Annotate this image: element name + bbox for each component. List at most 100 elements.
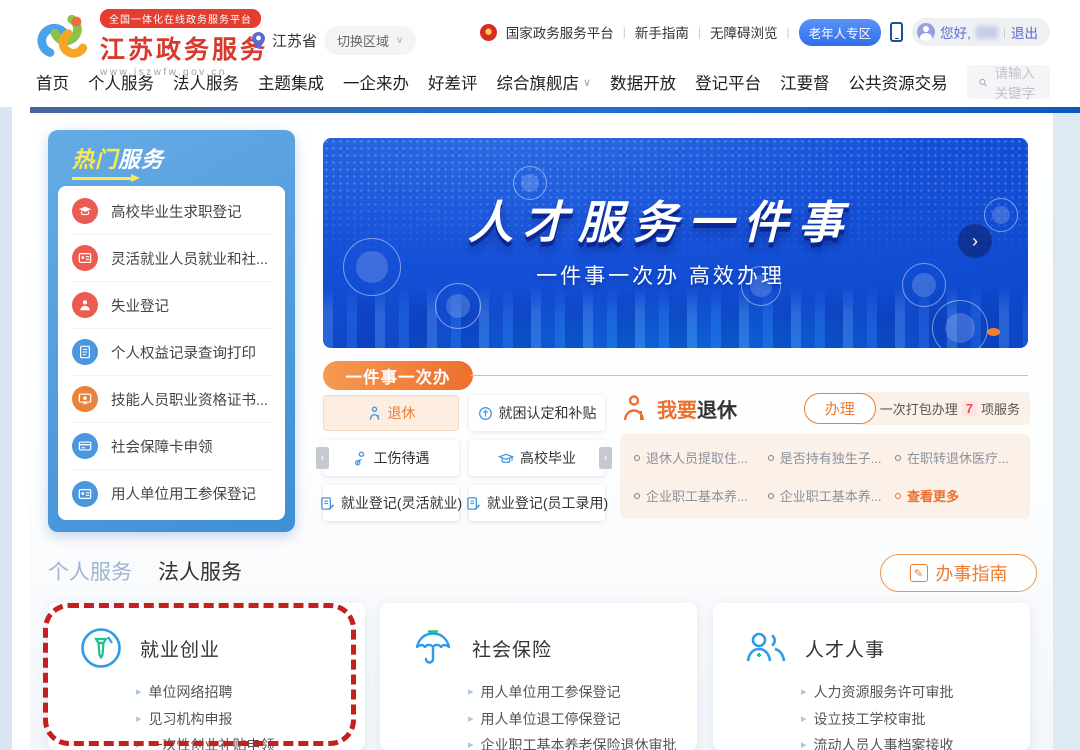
view-more-link[interactable]: 查看更多 <box>895 486 1016 505</box>
link-employer-insurance-register[interactable]: ▸用人单位用工参保登记 <box>468 679 697 706</box>
arrow-bullet-icon: ▸ <box>136 679 142 706</box>
retiree-icon <box>620 394 648 422</box>
card-link-label: 设立技工学校审批 <box>814 706 926 733</box>
carousel-banner[interactable]: 人才服务一件事 一件事一次办 高效办理 › <box>323 138 1028 348</box>
retire-link-medical-transfer[interactable]: 在职转退休医疗... <box>895 448 1016 467</box>
carousel-indicator-dot[interactable] <box>987 328 1000 336</box>
hot-item-label: 灵活就业人员就业和社... <box>111 248 268 269</box>
nav-item-themes[interactable]: 主题集成 <box>258 70 324 94</box>
link-pension-retirement-approval[interactable]: ▸企业职工基本养老保险退休审批 <box>468 732 697 750</box>
mobile-phone-icon[interactable] <box>890 22 903 42</box>
arrow-bullet-icon: ▸ <box>801 732 807 750</box>
avatar <box>917 23 935 41</box>
id-card-icon <box>72 481 98 507</box>
nav-item-data-open[interactable]: 数据开放 <box>610 70 676 94</box>
circle-bullet-icon <box>634 455 640 461</box>
nav-item-flagship[interactable]: 综合旗舰店∨ <box>497 70 592 94</box>
nav-label: 综合旗舰店 <box>497 70 580 94</box>
service-guide-label: 办事指南 <box>936 560 1008 586</box>
link-technical-school-approval[interactable]: ▸ 设立技工学校审批 <box>801 706 1030 733</box>
hot-item-label: 技能人员职业资格证书... <box>111 389 268 410</box>
retire-link-pension-1[interactable]: 企业职工基本养... <box>634 486 768 505</box>
link-internship-agency[interactable]: ▸见习机构申报 <box>136 706 365 733</box>
nav-item-registry[interactable]: 登记平台 <box>695 70 761 94</box>
retire-link-only-child[interactable]: 是否持有独生子... <box>768 448 895 467</box>
package-count: 7 <box>962 401 977 416</box>
hot-item-label: 失业登记 <box>111 295 169 316</box>
tabs-scroll-left-button[interactable]: ‹ <box>316 447 329 469</box>
nav-item-enterprise[interactable]: 一企来办 <box>343 70 409 94</box>
arrow-bullet-icon: ▸ <box>468 679 474 706</box>
retire-link-label: 企业职工基本养... <box>780 486 882 505</box>
location-area: 江苏省 切换区域 ∨ <box>252 26 416 55</box>
card-header: 人才人事 <box>713 603 1030 669</box>
nav-item-personal[interactable]: 个人服务 <box>88 70 154 94</box>
hot-services-title: 热门服务 <box>48 130 295 174</box>
hot-item-skill-certificate[interactable]: 技能人员职业资格证书... <box>72 376 271 423</box>
nav-item-home[interactable]: 首页 <box>36 70 69 94</box>
retire-link-housing-fund[interactable]: 退休人员提取住... <box>634 448 768 467</box>
site-title: 江苏政务服务 <box>100 30 268 66</box>
search-input[interactable]: 请输入关键字 <box>967 65 1050 99</box>
hot-item-flexible-employment[interactable]: 灵活就业人员就业和社... <box>72 235 271 282</box>
accessibility-link[interactable]: 无障碍浏览 <box>710 22 778 42</box>
hot-item-employer-insurance-register[interactable]: 用人单位用工参保登记 <box>72 470 271 517</box>
link-employer-insurance-stop[interactable]: ▸用人单位退工停保登记 <box>468 706 697 733</box>
retire-links-grid: 退休人员提取住... 是否持有独生子... 在职转退休医疗... 企业职工基本养… <box>620 434 1030 519</box>
document-icon <box>72 339 98 365</box>
document-pen-icon <box>466 496 481 511</box>
hot-item-social-security-card[interactable]: 社会保障卡申领 <box>72 423 271 470</box>
link-personnel-file-receive[interactable]: ▸ 流动人员人事档案接收 <box>801 732 1030 750</box>
service-guide-button[interactable]: ✎ 办事指南 <box>880 554 1037 592</box>
arrow-bullet-icon: ▸ <box>801 679 807 706</box>
nav-item-rating[interactable]: 好差评 <box>428 70 478 94</box>
province-label: 江苏省 <box>272 30 317 51</box>
retire-package-panel: 我要退休 办理 一次打包办理 7 项服务 退休人员提取住... 是否持有独生子.… <box>620 389 1030 519</box>
tab-legal-services[interactable]: 法人服务 <box>158 556 242 586</box>
hot-item-unemployment-register[interactable]: 失业登记 <box>72 282 271 329</box>
card-links: ▸人力资源服务许可审批 ▸ 设立技工学校审批 ▸ 流动人员人事档案接收 <box>713 669 1030 750</box>
card-link-label: 流动人员人事档案接收 <box>814 732 954 750</box>
retire-title-prefix: 我要 <box>657 400 697 422</box>
tab-work-injury[interactable]: 工伤待遇 <box>323 440 459 476</box>
graduate-icon <box>72 198 98 224</box>
star-glyph: ★ <box>485 28 492 36</box>
hot-item-label: 社会保障卡申领 <box>111 436 213 457</box>
user-account-pill[interactable]: 您好, | 退出 <box>912 18 1050 46</box>
newbie-guide-link[interactable]: 新手指南 <box>635 22 689 42</box>
national-platform-link[interactable]: 国家政务服务平台 <box>506 22 614 42</box>
card-title: 社会保险 <box>472 635 552 662</box>
elderly-zone-button[interactable]: 老年人专区 <box>799 19 882 46</box>
tab-difficulty-subsidy[interactable]: 就困认定和补贴 <box>469 395 605 431</box>
logout-link[interactable]: 退出 <box>1011 22 1038 42</box>
link-startup-subsidy[interactable]: ▸一次性创业补贴申领 <box>136 732 365 750</box>
hot-title-rest: 服务 <box>118 147 164 172</box>
nav-item-public-resources[interactable]: 公共资源交易 <box>849 70 948 94</box>
tab-employment-register-hiring[interactable]: 就业登记(员工录用) <box>469 485 605 521</box>
retire-link-pension-2[interactable]: 企业职工基本养... <box>768 486 895 505</box>
link-unit-online-recruitment[interactable]: ▸单位网络招聘 <box>136 679 365 706</box>
link-hr-service-license[interactable]: ▸人力资源服务许可审批 <box>801 679 1030 706</box>
hot-item-graduate-job[interactable]: 高校毕业生求职登记 <box>72 188 271 235</box>
tab-label: 就业登记(员工录用) <box>487 493 608 513</box>
hot-item-rights-record-print[interactable]: 个人权益记录查询打印 <box>72 329 271 376</box>
tab-employment-register-flexible[interactable]: 就业登记(灵活就业) <box>323 485 459 521</box>
carousel-next-button[interactable]: › <box>958 224 992 258</box>
circle-bullet-icon <box>768 493 774 499</box>
circle-subsidy-icon <box>478 406 493 421</box>
tab-graduation[interactable]: 高校毕业 <box>469 440 605 476</box>
site-logo-icon[interactable] <box>34 8 92 62</box>
handle-button[interactable]: 办理 <box>804 393 876 424</box>
id-card-icon <box>72 245 98 271</box>
tab-personal-services[interactable]: 个人服务 <box>48 556 132 586</box>
hot-item-label: 高校毕业生求职登记 <box>111 201 242 222</box>
arrow-bullet-icon: ▸ <box>801 706 807 733</box>
card-employment-entrepreneurship: 就业创业 ▸单位网络招聘 ▸见习机构申报 ▸一次性创业补贴申领 <box>48 603 365 750</box>
nav-item-supervision[interactable]: 江要督 <box>780 70 830 94</box>
tab-retire[interactable]: 退休 <box>323 395 459 431</box>
retire-link-label: 退休人员提取住... <box>646 448 748 467</box>
one-thing-once-header: 一件事一次办 <box>323 361 473 390</box>
switch-region-button[interactable]: 切换区域 ∨ <box>324 26 416 55</box>
nav-item-legal[interactable]: 法人服务 <box>173 70 239 94</box>
tabs-scroll-right-button[interactable]: › <box>599 447 612 469</box>
